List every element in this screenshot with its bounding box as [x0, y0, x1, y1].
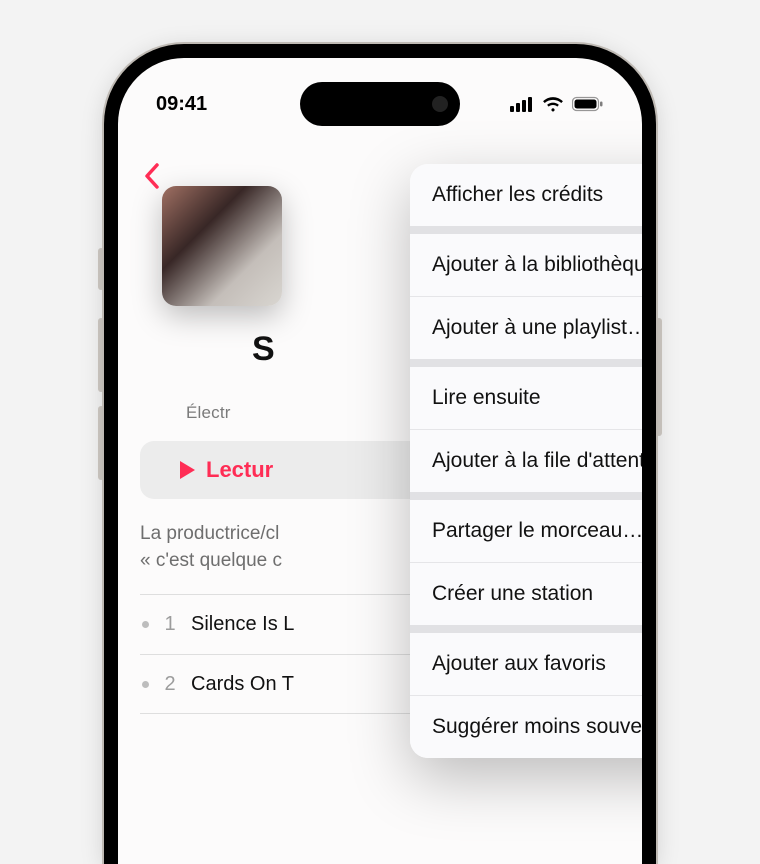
menu-separator	[410, 359, 642, 367]
menu-separator	[410, 492, 642, 500]
cellular-icon	[510, 96, 534, 112]
status-dot-icon	[142, 621, 149, 628]
track-number: 1	[163, 613, 177, 636]
power-button	[656, 318, 662, 436]
phone-frame: 09:41 S Électr Lectu	[104, 44, 656, 864]
track-number: 2	[163, 673, 177, 696]
chevron-left-icon	[144, 163, 160, 189]
menu-label: Créer une station	[432, 582, 593, 606]
menu-separator	[410, 226, 642, 234]
menu-view-credits[interactable]: Afficher les crédits	[410, 164, 642, 226]
context-menu: Afficher les crédits Ajouter à la biblio…	[410, 164, 642, 758]
status-bar: 09:41	[118, 84, 642, 124]
track-title: Cards On T	[191, 673, 294, 696]
menu-play-next[interactable]: Lire ensuite	[410, 367, 642, 429]
status-dot-icon	[142, 681, 149, 688]
menu-add-playlist[interactable]: Ajouter à une playlist…	[410, 296, 642, 359]
menu-label: Suggérer moins souvent	[432, 715, 642, 739]
status-time: 09:41	[156, 93, 207, 116]
menu-label: Lire ensuite	[432, 386, 541, 410]
play-icon	[178, 460, 196, 480]
back-button[interactable]	[132, 156, 172, 196]
menu-add-queue[interactable]: Ajouter à la file d'attente	[410, 429, 642, 492]
screen: 09:41 S Électr Lectu	[118, 58, 642, 864]
menu-label: Ajouter à une playlist…	[432, 316, 642, 340]
wifi-icon	[542, 96, 564, 112]
play-label: Lectur	[206, 457, 273, 483]
menu-separator	[410, 625, 642, 633]
menu-add-favorite[interactable]: Ajouter aux favoris	[410, 633, 642, 695]
album-artwork[interactable]	[162, 186, 282, 306]
menu-label: Ajouter à la bibliothèque	[432, 253, 642, 277]
menu-create-station[interactable]: Créer une station	[410, 562, 642, 625]
menu-add-library[interactable]: Ajouter à la bibliothèque	[410, 234, 642, 296]
menu-share-song[interactable]: Partager le morceau…	[410, 500, 642, 562]
menu-suggest-less[interactable]: Suggérer moins souvent	[410, 695, 642, 758]
track-title: Silence Is L	[191, 613, 294, 636]
battery-icon	[572, 96, 604, 112]
menu-label: Afficher les crédits	[432, 183, 603, 207]
menu-label: Partager le morceau…	[432, 519, 642, 543]
menu-label: Ajouter aux favoris	[432, 652, 606, 676]
menu-label: Ajouter à la file d'attente	[432, 449, 642, 473]
